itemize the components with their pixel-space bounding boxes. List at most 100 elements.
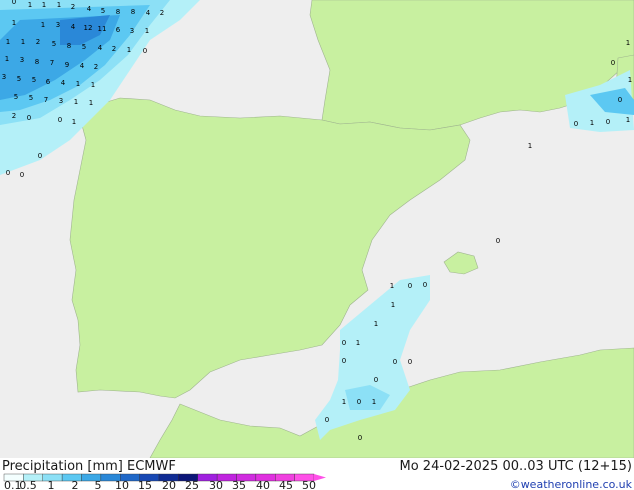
precip-value: 4 <box>61 79 66 87</box>
precip-value: 0 <box>12 0 16 6</box>
legend-label: 15 <box>138 479 152 490</box>
precip-value: 1 <box>372 398 376 406</box>
precip-value: 5 <box>101 7 105 15</box>
precip-value: 6 <box>46 78 51 86</box>
precip-value: 5 <box>32 76 36 84</box>
legend-label: 40 <box>256 479 270 490</box>
precip-value: 6 <box>116 26 121 34</box>
precip-value: 2 <box>94 63 98 71</box>
precip-value: 3 <box>56 21 60 29</box>
precip-value: 0 <box>38 152 42 160</box>
legend-label: 25 <box>185 479 199 490</box>
precip-value: 9 <box>65 61 69 69</box>
precip-value: 0 <box>393 358 397 366</box>
precip-value: 1 <box>374 320 378 328</box>
precip-value: 0 <box>20 171 24 179</box>
precip-value: 5 <box>82 43 86 51</box>
legend-label: 30 <box>209 479 223 490</box>
precip-value: 1 <box>21 38 25 46</box>
precip-value: 1 <box>127 46 131 54</box>
precip-value: 2 <box>160 9 164 17</box>
precip-value: 5 <box>29 94 33 102</box>
precip-value: 1 <box>391 301 395 309</box>
precip-value: 8 <box>131 8 135 16</box>
precip-value: 5 <box>52 40 56 48</box>
precip-value: 0 <box>58 116 62 124</box>
precip-value: 3 <box>130 27 134 35</box>
precip-value: 5 <box>17 75 21 83</box>
precip-value: 0 <box>325 416 329 424</box>
precip-value: 2 <box>36 38 40 46</box>
precip-value: 4 <box>71 23 76 31</box>
precip-value: 2 <box>71 3 75 11</box>
precip-value: 1 <box>91 81 95 89</box>
precip-value: 7 <box>50 59 54 67</box>
precip-value: 8 <box>67 42 71 50</box>
legend-label: 50 <box>302 479 316 490</box>
precip-value: 1 <box>72 118 76 126</box>
precip-value: 3 <box>20 56 24 64</box>
precip-value: 1 <box>76 80 80 88</box>
legend-label: 10 <box>115 479 129 490</box>
precip-value: 1 <box>89 99 93 107</box>
precip-value: 1 <box>590 119 594 127</box>
precip-value: 4 <box>87 5 92 13</box>
legend-label: 5 <box>95 479 102 490</box>
precip-value: 1 <box>28 1 32 9</box>
legend-label: 1 <box>48 479 55 490</box>
precip-value: 0 <box>574 120 578 128</box>
precip-value: 4 <box>98 44 103 52</box>
precip-value: 0 <box>408 282 412 290</box>
precip-value: 11 <box>98 25 107 33</box>
precip-value: 8 <box>116 8 120 16</box>
precip-value: 1 <box>528 142 532 150</box>
precip-value: 1 <box>57 1 61 9</box>
legend-label: 20 <box>162 479 176 490</box>
legend-label: 0.5 <box>19 479 37 490</box>
precip-value: 0 <box>27 114 31 122</box>
precip-value: 0 <box>357 398 361 406</box>
precip-value: 1 <box>626 116 630 124</box>
precipitation-map: 0 1 1 1 2 4 5 8 8 4 2 1 1 3 4 12 11 6 3 1 1 1 2 5 8 5 4 2 1 0 1 3 8 7 9 4 2 3… <box>0 0 634 490</box>
precip-value: 0 <box>143 47 147 55</box>
precip-value: 1 <box>74 98 78 106</box>
precip-value: 1 <box>5 55 9 63</box>
precip-value: 1 <box>41 21 45 29</box>
map-title: Precipitation [mm] ECMWF <box>2 459 176 474</box>
precip-value: 0 <box>618 96 622 104</box>
legend-label: 2 <box>72 479 79 490</box>
precip-value: 1 <box>145 27 149 35</box>
precip-value: 1 <box>390 282 394 290</box>
precip-value: 5 <box>14 93 18 101</box>
precip-value: 0 <box>496 237 500 245</box>
precip-value: 0 <box>342 357 346 365</box>
precip-value: 0 <box>423 281 427 289</box>
precip-value: 1 <box>626 39 630 47</box>
precip-value: 0 <box>606 118 610 126</box>
legend-label: 35 <box>232 479 246 490</box>
precip-value: 0 <box>6 169 10 177</box>
valid-time: Mo 24-02-2025 00..03 UTC (12+15) <box>400 459 633 474</box>
precip-value: 1 <box>342 398 346 406</box>
precip-value: 1 <box>12 19 16 27</box>
precip-value: 0 <box>374 376 378 384</box>
precip-value: 12 <box>84 24 93 32</box>
precip-value: 2 <box>112 45 116 53</box>
precip-value: 1 <box>42 1 46 9</box>
credit: ©weatheronline.co.uk <box>510 478 633 490</box>
precip-value: 7 <box>44 96 48 104</box>
legend-label: 45 <box>279 479 293 490</box>
precip-value: 1 <box>6 38 10 46</box>
precip-value: 1 <box>628 76 632 84</box>
precip-value: 0 <box>358 434 362 442</box>
precip-value: 0 <box>342 339 346 347</box>
precip-value: 2 <box>12 112 16 120</box>
precip-value: 0 <box>611 59 615 67</box>
precip-value: 8 <box>35 58 39 66</box>
precip-value: 3 <box>59 97 63 105</box>
precip-value: 4 <box>146 9 151 17</box>
precip-value: 1 <box>356 339 360 347</box>
precip-value: 3 <box>2 73 6 81</box>
precip-value: 4 <box>80 62 85 70</box>
precip-value: 0 <box>408 358 412 366</box>
